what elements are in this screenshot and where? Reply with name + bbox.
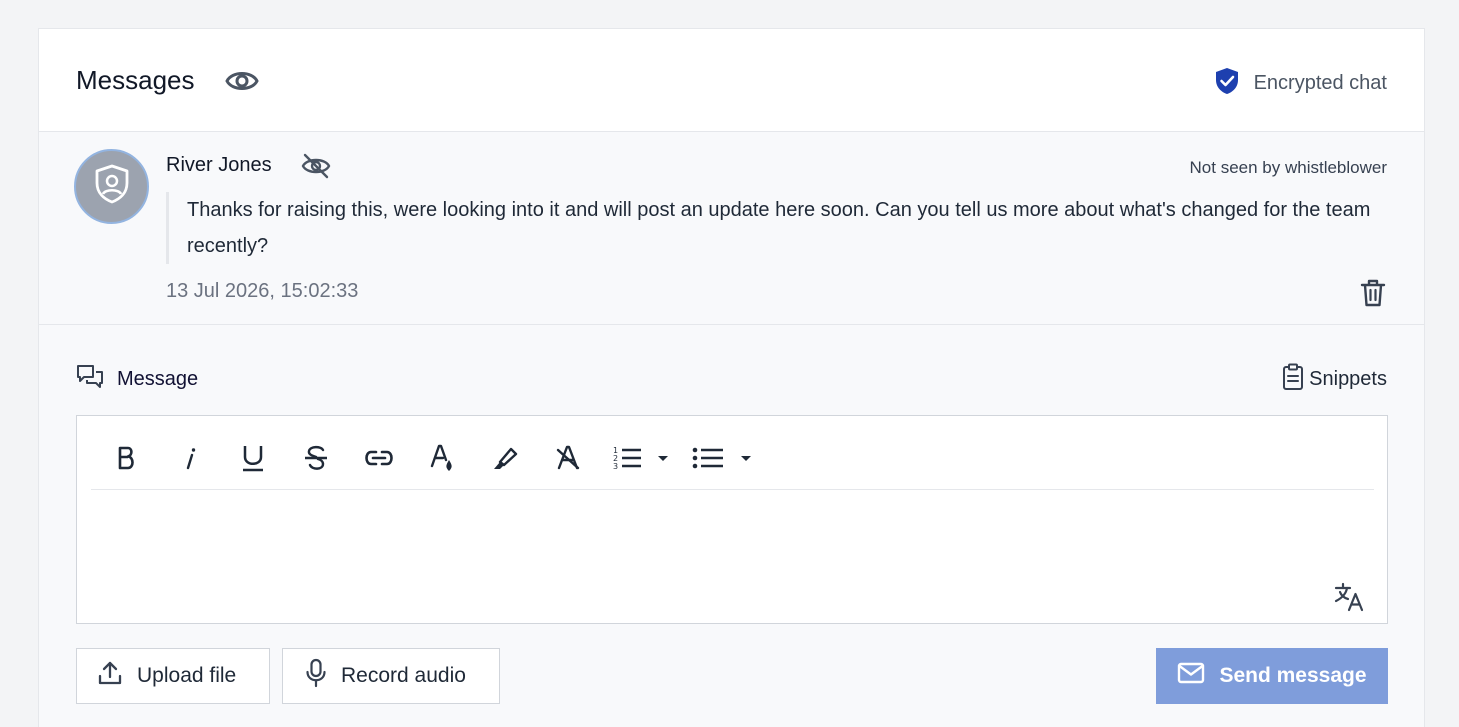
strikethrough-icon[interactable] [296, 438, 336, 478]
bold-icon[interactable] [107, 438, 147, 478]
message-editor: 1 2 3 [76, 415, 1388, 624]
message-body: Thanks for raising this, were looking in… [166, 192, 1391, 264]
clear-format-icon[interactable] [548, 438, 588, 478]
record-audio-label: Record audio [341, 664, 466, 687]
shield-check-icon [1214, 67, 1240, 100]
composer-header: Message [76, 363, 198, 396]
record-audio-button[interactable]: Record audio [282, 648, 500, 704]
snippets-label: Snippets [1309, 368, 1387, 390]
editor-toolbar: 1 2 3 [91, 430, 1374, 490]
trash-icon[interactable] [1359, 278, 1387, 308]
text-color-icon[interactable] [422, 438, 462, 478]
snippets-button[interactable]: Snippets [1281, 363, 1387, 396]
avatar [74, 149, 149, 224]
svg-text:3: 3 [613, 462, 618, 471]
highlight-icon[interactable] [485, 438, 525, 478]
ordered-list-icon[interactable]: 1 2 3 [611, 438, 677, 478]
microphone-icon [305, 658, 327, 694]
link-icon[interactable] [359, 438, 399, 478]
encrypted-badge: Encrypted chat [1214, 67, 1387, 100]
encrypted-label: Encrypted chat [1253, 72, 1387, 94]
message-item: River Jones Not seen by whistleblower Th… [39, 132, 1424, 325]
page-title: Messages [76, 65, 195, 95]
seen-status: Not seen by whistleblower [1189, 158, 1387, 177]
clipboard-icon [1281, 363, 1305, 396]
composer-label: Message [117, 368, 199, 390]
eye-icon[interactable] [225, 66, 259, 96]
message-textarea[interactable] [91, 492, 1373, 623]
upload-file-label: Upload file [137, 664, 237, 687]
upload-file-button[interactable]: Upload file [76, 648, 270, 704]
bullet-list-icon[interactable] [691, 438, 761, 478]
envelope-icon [1177, 662, 1205, 690]
card-header: Messages Encrypted chat [39, 29, 1424, 132]
upload-icon [97, 660, 123, 692]
send-message-label: Send message [1219, 664, 1367, 687]
translate-icon[interactable] [1333, 581, 1365, 613]
message-timestamp: 13 Jul 2026, 15:02:33 [166, 280, 359, 302]
eye-slash-icon[interactable] [301, 152, 331, 180]
user-shield-icon [92, 163, 132, 210]
send-message-button[interactable]: Send message [1156, 648, 1388, 704]
chat-bubbles-icon [76, 363, 104, 396]
messages-card: Messages Encrypted chat River Jones Not … [38, 28, 1425, 727]
message-composer: Message Snippets 1 2 3 Upload file Recor… [39, 325, 1424, 727]
underline-icon[interactable] [233, 438, 273, 478]
message-author: River Jones [166, 154, 272, 176]
italic-icon[interactable] [170, 438, 210, 478]
